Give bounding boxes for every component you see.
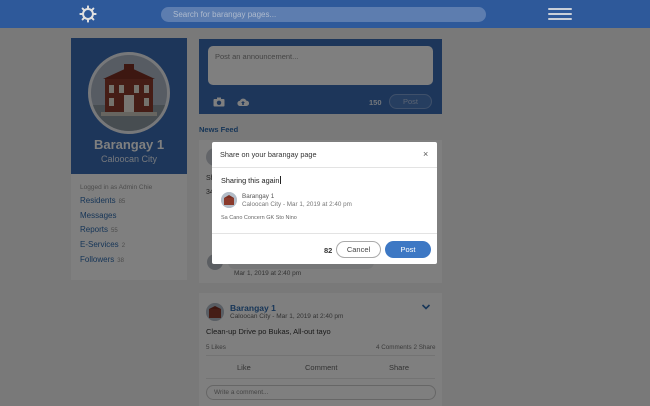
shared-post-avatar [221,192,237,208]
post-button[interactable]: Post [385,241,431,258]
divider [212,233,437,234]
divider [212,167,437,168]
barangay-hall-thumb [221,192,237,208]
shared-post-meta: Caloocan City - Mar 1, 2019 at 2:40 pm [242,201,352,208]
share-modal: Share on your barangay page × Sharing th… [212,142,437,264]
text-caret [280,176,282,184]
shared-post-name: Barangay 1 [242,193,275,200]
share-text-input[interactable]: Sharing this again [221,176,282,185]
shared-post-content: Sa Cano Concern GK Sto Nino [221,215,297,221]
cancel-button[interactable]: Cancel [336,241,381,258]
char-count: 82 [324,246,333,255]
header-dim-overlay [0,0,650,28]
close-icon[interactable]: × [423,150,428,159]
share-text-value: Sharing this again [221,176,280,185]
modal-title: Share on your barangay page [220,150,317,159]
